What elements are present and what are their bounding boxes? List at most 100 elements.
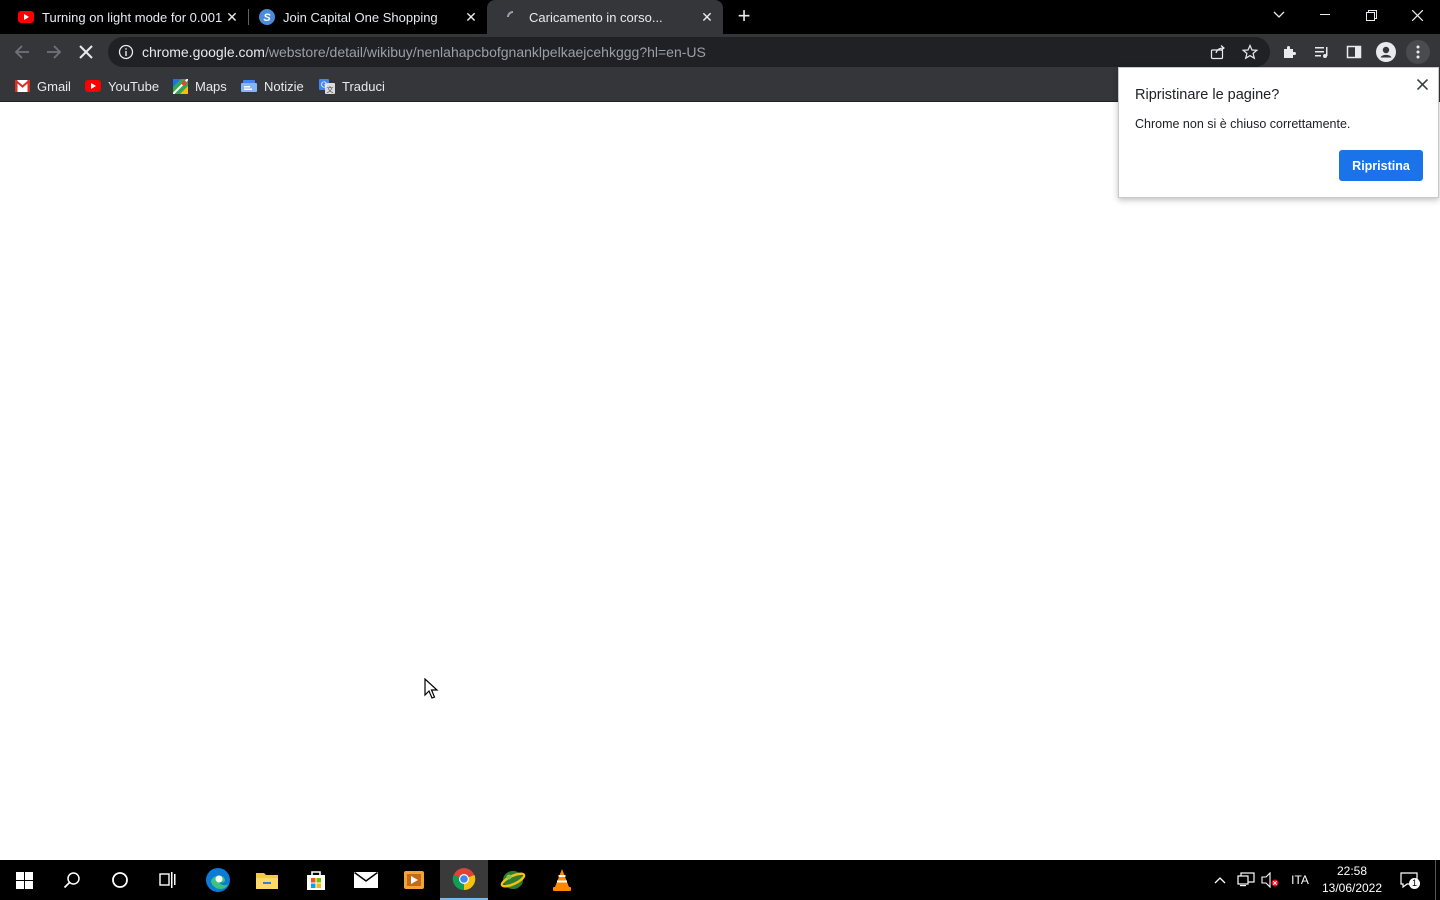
start-button[interactable] — [0, 860, 48, 900]
svg-text:文: 文 — [327, 85, 334, 94]
close-window-button[interactable] — [1394, 0, 1440, 30]
close-tab-icon[interactable]: ✕ — [461, 7, 481, 27]
search-icon — [63, 872, 80, 889]
taskbar-media-player[interactable] — [390, 860, 438, 900]
taskbar-file-explorer[interactable] — [243, 860, 291, 900]
tab-youtube[interactable]: Turning on light mode for 0.001 ✕ — [0, 0, 248, 34]
taskbar: ITA 22:58 13/06/2022 1 — [0, 860, 1440, 900]
taskbar-chrome[interactable] — [440, 860, 488, 900]
taskbar-vlc[interactable] — [538, 860, 586, 900]
profile-avatar-icon[interactable] — [1374, 40, 1398, 64]
back-button[interactable] — [8, 38, 36, 66]
task-view-icon — [159, 872, 176, 888]
tab-title: Turning on light mode for 0.001 — [42, 9, 222, 25]
svg-text:S: S — [263, 12, 271, 24]
bookmark-youtube[interactable]: YouTube — [85, 76, 159, 96]
share-icon[interactable] — [1210, 44, 1226, 60]
show-hidden-icons-button[interactable] — [1208, 860, 1232, 900]
arrow-right-icon — [47, 45, 62, 59]
taskbar-store[interactable] — [292, 860, 340, 900]
bookmark-label: YouTube — [108, 78, 160, 94]
close-tab-icon[interactable]: ✕ — [222, 7, 242, 27]
news-icon — [241, 78, 257, 94]
taskbar-mail[interactable] — [342, 860, 390, 900]
youtube-icon — [85, 78, 101, 94]
mail-icon — [354, 872, 378, 888]
restore-window-icon — [1365, 9, 1377, 21]
notification-icon: 1 — [1400, 872, 1420, 889]
translate-icon: G文 — [319, 78, 335, 94]
media-playlist-icon[interactable] — [1310, 40, 1334, 64]
system-clock[interactable]: 22:58 13/06/2022 — [1316, 863, 1388, 897]
bookmark-label: Maps — [195, 78, 227, 94]
stop-loading-button[interactable] — [72, 38, 100, 66]
bookmark-maps[interactable]: Maps — [172, 76, 227, 96]
windows-logo-icon — [15, 871, 33, 889]
bookmark-label: Notizie — [264, 78, 304, 94]
restore-button[interactable]: Ripristina — [1339, 150, 1423, 181]
folder-icon — [256, 873, 278, 889]
capital-one-shopping-icon: S — [259, 9, 275, 25]
clock-time: 22:58 — [1336, 864, 1368, 878]
mouse-cursor-icon — [424, 677, 440, 700]
forward-button[interactable] — [40, 38, 68, 66]
tab-title: Join Capital One Shopping — [283, 9, 438, 25]
action-center-button[interactable]: 1 — [1394, 860, 1424, 900]
globe-app-icon — [500, 871, 526, 889]
close-tab-icon[interactable]: ✕ — [697, 7, 717, 27]
url-path: /webstore/detail/wikibuy/nenlahapcbofgna… — [264, 44, 706, 60]
cortana-circle-icon — [112, 872, 128, 888]
notification-count-badge: 1 — [1409, 878, 1420, 889]
network-status[interactable] — [1234, 860, 1258, 900]
bookmark-label: Traduci — [342, 78, 385, 94]
edge-icon — [206, 868, 230, 892]
tab-capital-one[interactable]: S Join Capital One Shopping ✕ — [241, 0, 487, 34]
new-tab-button[interactable]: + — [731, 5, 757, 29]
bookmark-label: Gmail — [37, 78, 71, 94]
tab-strip: Turning on light mode for 0.001 ✕ S Join… — [0, 0, 1440, 34]
restore-window-button[interactable] — [1348, 0, 1394, 30]
taskbar-edge[interactable] — [194, 860, 242, 900]
bookmark-traduci[interactable]: G文 Traduci — [319, 76, 385, 96]
bookmark-notizie[interactable]: Notizie — [241, 76, 304, 96]
url-host: chrome.google.com — [142, 44, 265, 60]
maps-icon — [172, 78, 188, 94]
task-view-button[interactable] — [144, 860, 192, 900]
volume-status[interactable] — [1258, 860, 1282, 900]
youtube-icon — [18, 9, 34, 25]
extensions-icon[interactable] — [1278, 40, 1302, 64]
close-icon — [1411, 9, 1423, 21]
taskbar-app[interactable] — [489, 860, 537, 900]
close-icon — [1416, 78, 1428, 90]
media-player-icon — [404, 871, 424, 889]
bookmark-star-icon[interactable] — [1241, 44, 1259, 60]
volume-muted-icon — [1261, 872, 1279, 888]
close-dialog-button[interactable] — [1412, 74, 1432, 94]
chevron-up-icon — [1214, 877, 1226, 884]
cortana-button[interactable] — [96, 860, 144, 900]
tab-loading[interactable]: Caricamento in corso... ✕ — [487, 0, 723, 34]
search-button[interactable] — [48, 860, 96, 900]
tab-search-button[interactable] — [1256, 0, 1302, 30]
clock-date: 13/06/2022 — [1321, 881, 1383, 895]
page-content — [0, 103, 1440, 860]
side-panel-icon[interactable] — [1342, 40, 1366, 64]
dialog-title: Ripristinare le pagine? — [1135, 87, 1280, 103]
close-icon — [79, 45, 93, 59]
arrow-left-icon — [14, 45, 29, 59]
network-icon — [1237, 872, 1255, 887]
address-bar[interactable]: chrome.google.com/webstore/detail/wikibu… — [108, 37, 1270, 67]
info-icon[interactable] — [118, 44, 134, 60]
chevron-down-icon — [1273, 11, 1285, 18]
loading-spinner-icon — [505, 9, 521, 25]
restore-pages-dialog: Ripristinare le pagine? Chrome non si è … — [1118, 67, 1439, 198]
show-desktop-button[interactable] — [1435, 860, 1440, 900]
minimize-button[interactable] — [1302, 0, 1348, 30]
bookmark-gmail[interactable]: Gmail — [14, 76, 71, 96]
url-text[interactable]: chrome.google.com/webstore/detail/wikibu… — [142, 44, 706, 60]
vlc-cone-icon — [553, 869, 571, 891]
toolbar: chrome.google.com/webstore/detail/wikibu… — [0, 34, 1440, 70]
input-language[interactable]: ITA — [1286, 860, 1314, 900]
menu-kebab-icon[interactable] — [1406, 40, 1430, 64]
dialog-message: Chrome non si è chiuso correttamente. — [1135, 117, 1351, 131]
